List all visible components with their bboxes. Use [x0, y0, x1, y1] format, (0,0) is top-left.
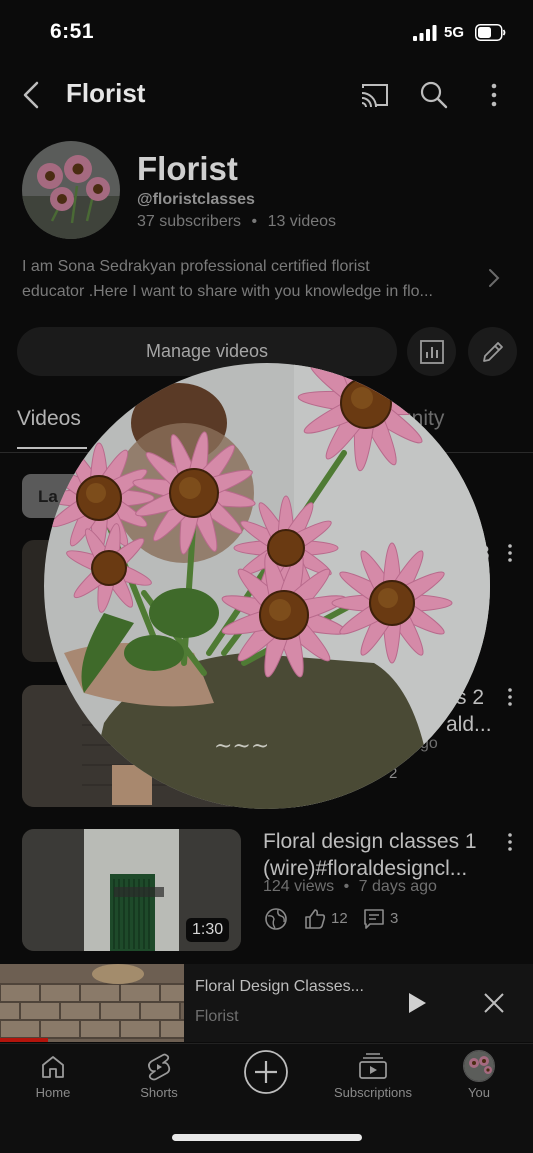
network-type: 5G	[444, 24, 465, 41]
back-chevron-icon[interactable]	[16, 79, 48, 111]
channel-avatar[interactable]	[22, 141, 120, 239]
more-vertical-icon[interactable]	[478, 79, 510, 111]
video-duration: 1:30	[186, 918, 230, 942]
comment-count: 3	[390, 910, 399, 927]
view-count: 124 views	[263, 878, 335, 895]
separator-dot: •	[343, 878, 350, 895]
mini-player-thumbnail[interactable]	[0, 964, 184, 1042]
page-title: Florist	[66, 78, 146, 108]
more-vertical-icon[interactable]	[500, 543, 520, 563]
like-icon[interactable]	[303, 907, 327, 931]
tab-videos[interactable]: Videos	[17, 407, 81, 431]
create-plus-icon[interactable]	[243, 1049, 289, 1095]
more-vertical-icon[interactable]	[500, 832, 520, 852]
pencil-icon	[482, 341, 503, 362]
cellular-signal-icon	[413, 25, 437, 41]
globe-icon	[265, 908, 287, 930]
subscriber-count: 37 subscribers	[137, 213, 242, 230]
nav-shorts[interactable]: Shorts	[104, 1085, 214, 1100]
edit-channel-button[interactable]	[468, 327, 517, 376]
avatar-preview-overlay[interactable]: ~~~	[44, 363, 490, 809]
comment-icon[interactable]	[363, 907, 385, 931]
channel-handle: @floristclasses	[137, 191, 255, 208]
separator-dot: •	[251, 213, 258, 230]
analytics-button[interactable]	[407, 327, 456, 376]
video-age: 7 days ago	[358, 878, 437, 895]
status-time: 6:51	[50, 20, 95, 43]
more-vertical-icon[interactable]	[500, 687, 520, 707]
like-count: 12	[331, 910, 348, 927]
shorts-icon[interactable]	[145, 1052, 173, 1082]
video-title-line-1[interactable]: Floral design classes 1	[263, 828, 477, 855]
active-tab-indicator	[17, 447, 87, 449]
chevron-right-icon[interactable]	[484, 266, 504, 290]
mini-player-title[interactable]: Floral Design Classes...	[195, 978, 364, 996]
close-icon[interactable]	[482, 991, 506, 1015]
video-count: 13 videos	[267, 213, 337, 230]
channel-avatar-image: ~~~	[44, 363, 490, 809]
battery-icon	[475, 24, 506, 41]
channel-stats: 37 subscribers • 13 videos	[137, 213, 336, 231]
nav-you[interactable]: You	[424, 1085, 533, 1100]
play-icon[interactable]	[405, 990, 429, 1016]
search-icon[interactable]	[418, 79, 450, 111]
bar-chart-icon	[419, 339, 444, 364]
channel-name: Florist	[137, 150, 238, 187]
video-title-line-2[interactable]: ald...	[446, 711, 492, 738]
mini-player-progress	[0, 1038, 48, 1042]
nav-home[interactable]: Home	[0, 1085, 108, 1100]
channel-description[interactable]: I am Sona Sedrakyan professional certifi…	[22, 254, 482, 304]
video-meta: 124 views • 7 days ago	[263, 878, 437, 896]
subscriptions-icon[interactable]	[358, 1052, 388, 1080]
svg-text:~~~: ~~~	[214, 734, 269, 759]
home-indicator	[172, 1134, 362, 1141]
manage-videos-button[interactable]: Manage videos	[17, 327, 397, 376]
cast-icon[interactable]	[358, 79, 390, 111]
description-line-1: I am Sona Sedrakyan professional certifi…	[22, 258, 370, 275]
mini-player-channel: Florist	[195, 1008, 239, 1025]
nav-subscriptions[interactable]: Subscriptions	[318, 1085, 428, 1100]
description-line-2: educator .Here I want to share with you …	[22, 283, 433, 300]
you-avatar[interactable]	[463, 1050, 495, 1082]
home-icon[interactable]	[40, 1054, 66, 1080]
